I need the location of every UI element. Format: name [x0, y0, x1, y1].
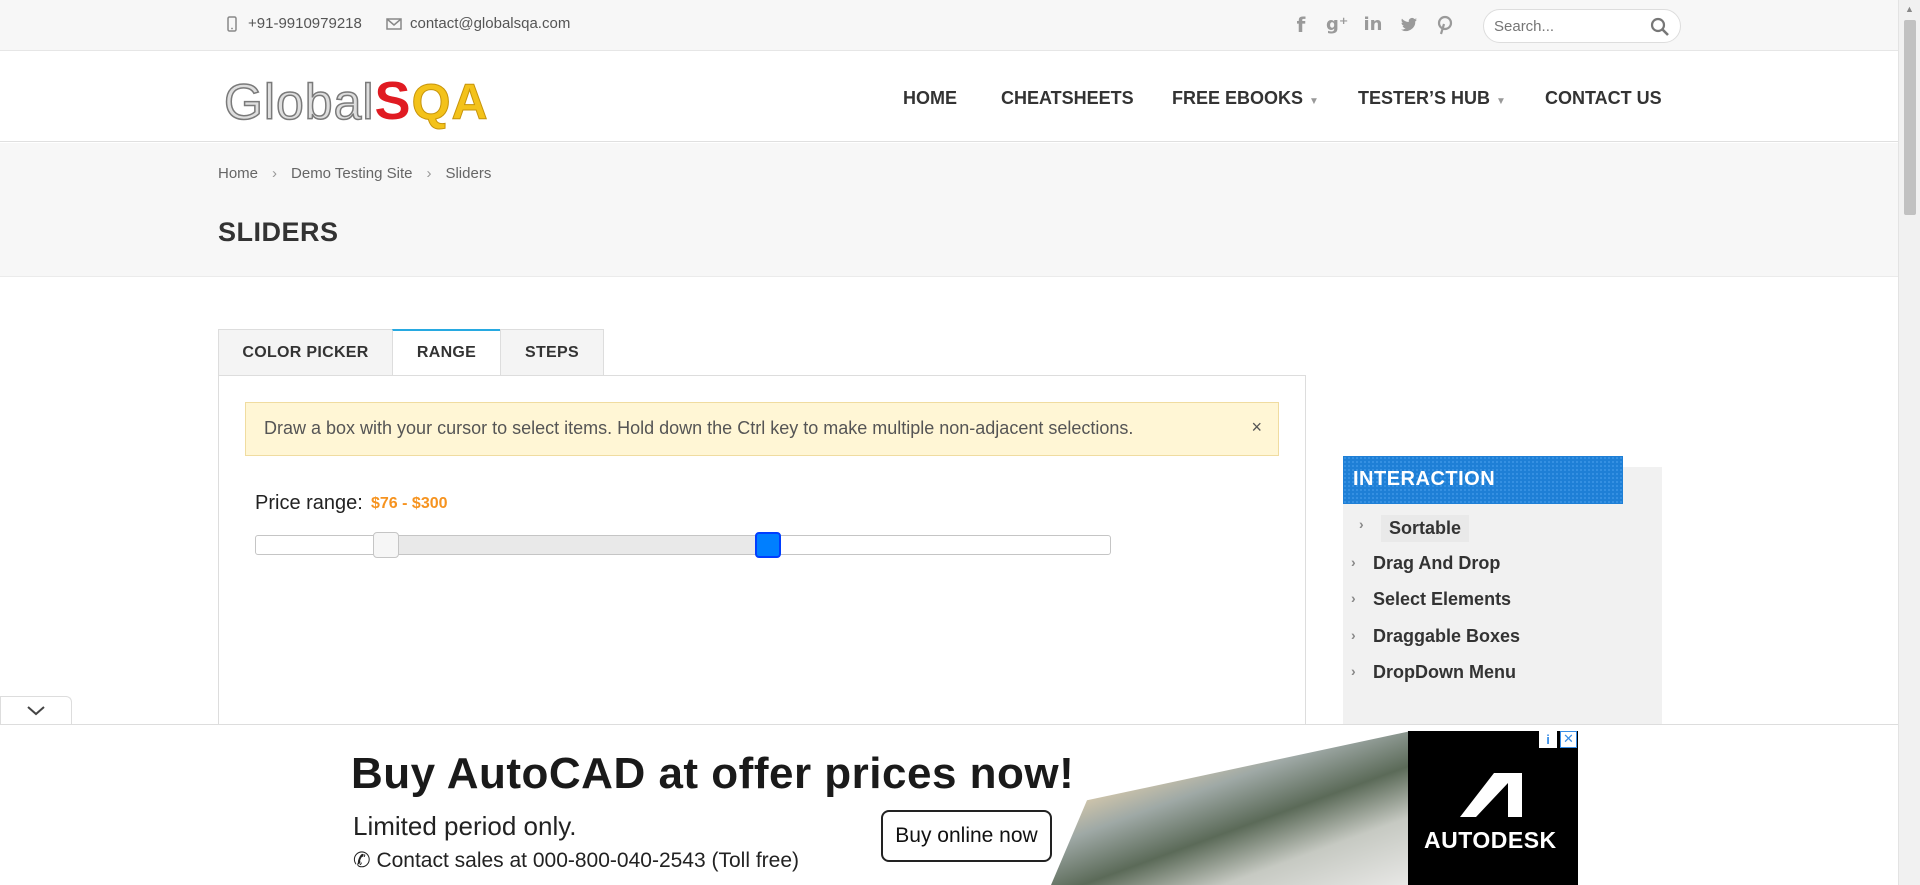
ad-subline: Limited period only.: [353, 811, 577, 841]
linkedin-icon[interactable]: in: [1362, 13, 1384, 37]
close-icon[interactable]: ×: [1251, 417, 1262, 438]
search-box[interactable]: [1483, 9, 1681, 43]
price-range-value: $76 - $300: [371, 495, 448, 512]
ad-contact: ✆ Contact sales at 000-800-040-2543 (Tol…: [353, 849, 800, 872]
price-range-label: Price range:: [255, 492, 363, 514]
google-plus-icon[interactable]: g⁺: [1326, 13, 1348, 37]
nav-home[interactable]: HOME: [903, 88, 957, 109]
autodesk-logo: AUTODESK: [1408, 731, 1578, 885]
page-header: Home › Demo Testing Site › Sliders SLIDE…: [0, 143, 1898, 277]
chevron-right-icon: ›: [1351, 663, 1356, 679]
slider-handle-min[interactable]: [372, 532, 399, 558]
scrollbar-thumb[interactable]: [1904, 20, 1916, 215]
phone-number: +91-9910979218: [248, 15, 362, 32]
alert-text: Draw a box with your cursor to select it…: [264, 418, 1134, 438]
sidebar-item-select-elements[interactable]: › Select Elements: [1351, 589, 1511, 610]
sidebar-item-dropdown-menu[interactable]: › DropDown Menu: [1351, 662, 1516, 683]
phone-icon: [227, 15, 237, 32]
sidebar-item-sortable[interactable]: › Sortable: [1359, 515, 1470, 542]
breadcrumb: Home › Demo Testing Site › Sliders: [218, 165, 491, 182]
phone-contact: +91-9910979218: [224, 15, 362, 32]
chevron-down-icon: [27, 706, 45, 716]
breadcrumb-separator: ›: [426, 165, 432, 182]
ad-info-icon[interactable]: i: [1539, 731, 1557, 748]
chevron-down-icon: ▼: [1309, 96, 1319, 107]
email-contact[interactable]: contact@globalsqa.com: [386, 15, 570, 32]
chevron-right-icon: ›: [1359, 516, 1364, 532]
nav-free-ebooks[interactable]: FREE EBOOKS ▼: [1172, 88, 1319, 109]
page-scrollbar[interactable]: ▲: [1898, 0, 1920, 885]
advertisement[interactable]: Buy AutoCAD at offer prices now! Limited…: [321, 731, 1578, 885]
tab-color-picker[interactable]: COLOR PICKER: [218, 329, 393, 376]
autodesk-mark-icon: [1460, 773, 1522, 817]
ad-buy-button[interactable]: Buy online now: [881, 810, 1052, 862]
tab-range[interactable]: RANGE: [392, 329, 501, 376]
ad-headline: Buy AutoCAD at offer prices now!: [351, 749, 1075, 798]
scroll-up-icon[interactable]: ▲: [1905, 4, 1914, 14]
page: +91-9910979218 contact@globalsqa.com f g…: [0, 0, 1920, 885]
tab-panel: Draw a box with your cursor to select it…: [218, 375, 1306, 735]
tab-bar: COLOR PICKER RANGE STEPS: [218, 329, 604, 376]
range-slider[interactable]: [255, 532, 1111, 558]
page-title: SLIDERS: [218, 217, 339, 247]
search-icon[interactable]: [1650, 17, 1670, 37]
sidebar-heading: INTERACTION: [1343, 456, 1623, 504]
chevron-down-icon: ▼: [1496, 96, 1506, 107]
nav-cheatsheets[interactable]: CHEATSHEETS: [1001, 88, 1134, 109]
phone-icon: ✆: [353, 849, 377, 872]
sidebar-interaction: INTERACTION › Sortable › Drag And Drop › Se…: [1343, 456, 1662, 725]
globalsqa-logo[interactable]: GlobalSQA: [223, 70, 489, 131]
ad-close-icon[interactable]: ✕: [1560, 731, 1577, 748]
chevron-right-icon: ›: [1351, 590, 1356, 606]
chevron-right-icon: ›: [1351, 627, 1356, 643]
chevron-right-icon: ›: [1351, 554, 1356, 570]
twitter-icon[interactable]: [1398, 13, 1420, 37]
ad-collapse-button[interactable]: [0, 696, 72, 724]
email-address[interactable]: contact@globalsqa.com: [410, 15, 570, 32]
mail-icon: [386, 17, 402, 30]
nav-contact-us[interactable]: CONTACT US: [1545, 88, 1662, 109]
slider-range-fill: [385, 536, 769, 554]
breadcrumb-demo-testing-site[interactable]: Demo Testing Site: [291, 165, 412, 182]
ad-building-image: [1051, 731, 1411, 885]
breadcrumb-home[interactable]: Home: [218, 165, 258, 182]
sidebar-item-draggable-boxes[interactable]: › Draggable Boxes: [1351, 626, 1520, 647]
top-bar: +91-9910979218 contact@globalsqa.com f g…: [0, 0, 1898, 51]
tab-steps[interactable]: STEPS: [500, 329, 604, 376]
sidebar-item-drag-and-drop[interactable]: › Drag And Drop: [1351, 553, 1500, 574]
search-input[interactable]: [1494, 16, 1644, 36]
site-header: GlobalSQA HOME CHEATSHEETS FREE EBOOKS ▼ …: [0, 52, 1898, 142]
facebook-icon[interactable]: f: [1290, 13, 1312, 37]
nav-testers-hub[interactable]: TESTER’S HUB ▼: [1358, 88, 1506, 109]
info-alert: Draw a box with your cursor to select it…: [245, 402, 1279, 456]
social-links: f g⁺ in: [1290, 13, 1456, 37]
breadcrumb-current: Sliders: [445, 165, 492, 182]
pinterest-icon[interactable]: [1434, 13, 1456, 37]
breadcrumb-separator: ›: [272, 165, 278, 182]
slider-handle-max[interactable]: [755, 532, 782, 558]
